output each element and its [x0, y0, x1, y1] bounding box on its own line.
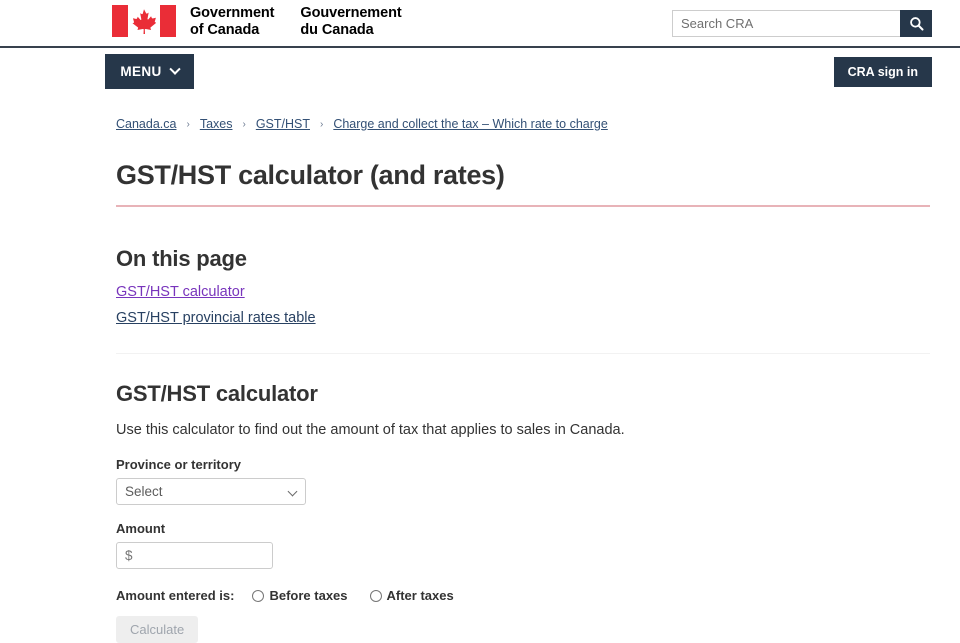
wordmark-english: Government of Canada	[190, 5, 275, 39]
chevron-down-icon	[169, 63, 181, 75]
gst-hst-calculator-form: Province or territory Select Amount Amou…	[116, 457, 930, 643]
province-field: Province or territory Select	[116, 457, 930, 506]
search-button[interactable]	[900, 10, 932, 37]
breadcrumb-item-charge-and-collect[interactable]: Charge and collect the tax – Which rate …	[333, 117, 607, 131]
amount-entered-is-group: Amount entered is: Before taxes After ta…	[116, 588, 930, 603]
amount-input[interactable]	[116, 542, 273, 570]
menu-band: MENU CRA sign in	[0, 48, 960, 95]
main-menu-label: MENU	[120, 64, 162, 79]
radio-before-taxes-label: Before taxes	[269, 588, 348, 604]
amount-field: Amount	[116, 521, 930, 570]
amount-label: Amount	[116, 521, 166, 537]
radio-after-taxes[interactable]	[369, 589, 382, 602]
radio-option-after-taxes[interactable]: After taxes	[369, 588, 454, 604]
search-icon	[909, 17, 924, 31]
on-this-page-link-calculator[interactable]: GST/HST calculator	[116, 282, 245, 303]
cra-sign-in-label: CRA sign in	[847, 65, 918, 79]
wordmark-en-line2: of Canada	[190, 22, 260, 39]
province-label: Province or territory	[116, 457, 241, 473]
wordmark-fr-line1: Gouvernement	[300, 5, 402, 21]
section-title-calculator: GST/HST calculator	[116, 381, 318, 407]
breadcrumb-separator: ›	[186, 118, 190, 130]
breadcrumb-item-canada-ca[interactable]: Canada.ca	[116, 117, 176, 131]
global-header: Government of Canada Gouvernement du Can…	[0, 0, 960, 48]
on-this-page-heading: On this page	[116, 246, 247, 271]
breadcrumb: Canada.ca › Taxes › GST/HST › Charge and…	[116, 117, 608, 131]
radio-before-taxes[interactable]	[252, 589, 265, 602]
section-divider	[116, 353, 930, 355]
breadcrumb-separator: ›	[242, 118, 246, 130]
province-select[interactable]: Select	[116, 478, 306, 506]
main-content: GST/HST calculator (and rates) On this p…	[116, 160, 930, 643]
breadcrumb-item-taxes[interactable]: Taxes	[200, 117, 233, 131]
wordmark-en-line1: Government	[190, 5, 275, 21]
page-title: GST/HST calculator (and rates)	[116, 160, 930, 207]
calculate-button[interactable]: Calculate	[116, 616, 199, 643]
goc-brand: Government of Canada Gouvernement du Can…	[112, 5, 402, 39]
goc-wordmark: Government of Canada Gouvernement du Can…	[190, 5, 402, 39]
on-this-page-links: GST/HST calculator GST/HST provincial ra…	[116, 282, 930, 329]
wordmark-french: Gouvernement du Canada	[300, 5, 401, 39]
wordmark-fr-line2: du Canada	[300, 22, 374, 39]
amount-entered-is-label: Amount entered is:	[116, 588, 235, 604]
radio-after-taxes-label: After taxes	[386, 588, 454, 604]
calculator-description: Use this calculator to find out the amou…	[116, 422, 625, 439]
chevron-down-icon	[287, 486, 298, 497]
calculate-button-label: Calculate	[130, 622, 185, 638]
site-search	[672, 10, 932, 37]
province-select-value: Select	[125, 484, 163, 500]
canada-flag-icon	[112, 5, 176, 37]
search-input[interactable]	[672, 10, 900, 37]
cra-sign-in-button[interactable]: CRA sign in	[833, 57, 932, 87]
on-this-page-link-rates-table[interactable]: GST/HST provincial rates table	[116, 308, 316, 329]
breadcrumb-item-gst-hst[interactable]: GST/HST	[256, 117, 310, 131]
main-menu-button[interactable]: MENU	[105, 54, 194, 89]
radio-option-before-taxes[interactable]: Before taxes	[252, 588, 348, 604]
breadcrumb-separator: ›	[319, 118, 324, 130]
